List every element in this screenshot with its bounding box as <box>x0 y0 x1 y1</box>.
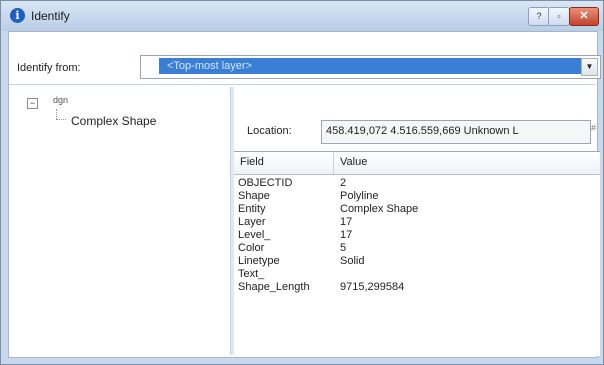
table-row[interactable]: Level_ 17 <box>234 229 600 242</box>
table-row[interactable]: Layer 17 <box>234 216 600 229</box>
identify-from-selected-value[interactable]: <Top-most layer> <box>159 58 583 74</box>
value-cell: Complex Shape <box>340 203 419 215</box>
column-header-value[interactable]: Value <box>340 156 367 168</box>
dock-button[interactable]: ▫ <box>548 7 570 26</box>
tree-connector <box>56 109 58 119</box>
window-title: Identify <box>31 9 70 23</box>
attributes-table: Field Value OBJECTID 2 Shape Polyline En… <box>234 151 600 356</box>
value-cell: 5 <box>340 242 347 254</box>
field-cell: Color <box>238 242 265 254</box>
help-button[interactable]: ? <box>528 7 550 26</box>
field-cell: OBJECTID <box>238 177 293 189</box>
tree-root-item[interactable]: dgn <box>53 95 68 105</box>
field-cell: Layer <box>238 216 266 228</box>
tree-collapse-icon[interactable]: − <box>27 98 38 109</box>
field-cell: Shape_Length <box>238 281 310 293</box>
location-label: Location: <box>247 125 292 137</box>
value-cell: 9715,299584 <box>340 281 405 293</box>
value-cell: Solid <box>340 255 365 267</box>
chevron-down-icon[interactable]: ▼ <box>581 58 598 76</box>
column-header-field[interactable]: Field <box>240 156 264 168</box>
tree-connector <box>56 119 66 121</box>
title-bar[interactable]: i Identify ? ▫ ✕ <box>1 1 603 31</box>
field-cell: Linetype <box>238 255 280 267</box>
field-cell: Shape <box>238 190 270 202</box>
value-cell: 17 <box>340 229 353 241</box>
identify-from-dropdown[interactable]: <Top-most layer> ▼ <box>140 55 601 79</box>
column-separator[interactable] <box>333 152 334 174</box>
table-row[interactable]: Shape Polyline <box>234 190 600 203</box>
table-row[interactable]: Color 5 <box>234 242 600 255</box>
pin-icon[interactable]: # <box>591 123 599 135</box>
table-row[interactable]: Shape_Length 9715,299584 <box>234 281 600 294</box>
identify-window: i Identify ? ▫ ✕ Identify from: <Top-mos… <box>0 0 604 365</box>
location-field[interactable]: 458.419,072 4.516.559,669 Unknown L <box>321 120 591 144</box>
table-row[interactable]: Linetype Solid <box>234 255 600 268</box>
value-cell: 17 <box>340 216 353 228</box>
identify-from-label: Identify from: <box>17 62 81 74</box>
field-cell: Text_ <box>238 268 265 280</box>
info-icon: i <box>10 8 25 23</box>
table-row[interactable]: Text_ <box>234 268 600 281</box>
value-cell: Polyline <box>340 190 379 202</box>
field-cell: Entity <box>238 203 266 215</box>
location-value: 458.419,072 4.516.559,669 Unknown L <box>326 125 519 137</box>
results-tree: − dgn Complex Shape <box>10 87 228 355</box>
divider <box>9 84 595 85</box>
table-row[interactable]: Entity Complex Shape <box>234 203 600 216</box>
value-cell: 2 <box>340 177 347 189</box>
tree-child-item[interactable]: Complex Shape <box>71 114 156 128</box>
field-cell: Level_ <box>238 229 271 241</box>
table-row[interactable]: OBJECTID 2 <box>234 177 600 190</box>
table-header: Field Value <box>234 152 600 175</box>
close-button[interactable]: ✕ <box>569 7 599 26</box>
